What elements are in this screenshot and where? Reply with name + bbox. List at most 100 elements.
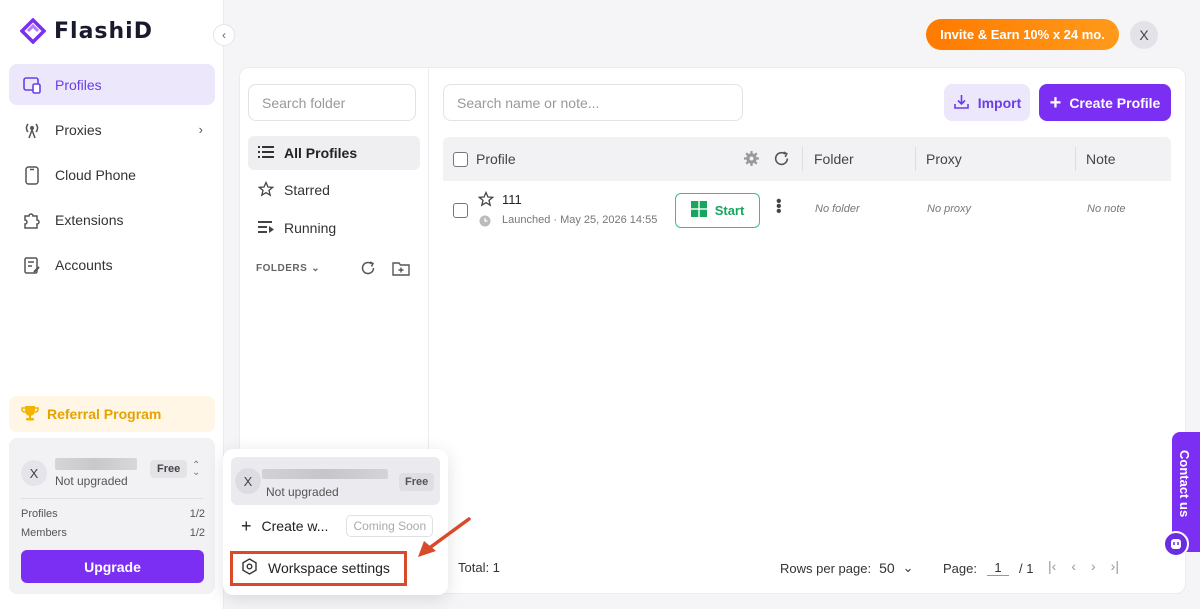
list-icon — [258, 145, 274, 162]
sidebar-item-label: Cloud Phone — [55, 166, 136, 183]
folder-starred[interactable]: Starred — [248, 173, 420, 207]
folder-label: Starred — [284, 182, 330, 198]
sidebar-item-extensions[interactable]: Extensions — [9, 199, 215, 240]
proxy-icon — [21, 119, 43, 141]
profile-search-input[interactable]: Search name or note... — [443, 84, 743, 121]
chevron-down-icon[interactable]: ⌄ — [903, 560, 914, 576]
rows-per-page-select[interactable]: 50 — [879, 560, 895, 576]
column-divider — [802, 147, 803, 171]
plan-badge: Free — [399, 473, 435, 491]
chat-icon[interactable] — [1163, 531, 1189, 557]
contact-us-label: Contact us — [1177, 450, 1192, 518]
profile-launched: Launched · May 25, 2026 14:55 — [502, 214, 658, 226]
account-card: X Not upgraded Free ⌃ ⌄ Profiles 1/2 Memb… — [9, 438, 215, 594]
page-input[interactable]: 1 — [986, 560, 1009, 576]
column-divider — [915, 147, 916, 171]
import-button[interactable]: Import — [944, 84, 1030, 121]
folder-label: All Profiles — [284, 145, 358, 161]
profiles-usage-value: 1/2 — [189, 508, 205, 520]
row-checkbox[interactable] — [453, 203, 468, 218]
chevron-left-icon: ‹ — [222, 28, 226, 42]
rows-per-page: Rows per page: 50 ⌄ — [780, 560, 914, 576]
workspace-settings-label: Workspace settings — [268, 560, 390, 576]
phone-icon — [21, 164, 43, 186]
folders-actions — [360, 260, 410, 279]
page-total: / 1 — [1018, 560, 1034, 576]
refresh-icon[interactable] — [773, 150, 790, 170]
create-profile-label: Create Profile — [1069, 94, 1161, 111]
chevron-right-icon: › — [198, 122, 203, 137]
folder-search-input[interactable]: Search folder — [248, 84, 416, 121]
download-icon — [953, 93, 970, 113]
annotation-arrow-icon — [418, 517, 471, 557]
gear-icon[interactable] — [743, 150, 760, 170]
sidebar-item-proxies[interactable]: Proxies › — [9, 109, 215, 150]
table-row[interactable]: 111 Launched · May 25, 2026 14:55 Start … — [443, 181, 1171, 239]
workspace-settings-item[interactable]: Workspace settings — [231, 551, 390, 585]
clock-icon — [479, 214, 491, 230]
column-header-folder: Folder — [814, 151, 854, 167]
blurred-workspace-name — [262, 469, 388, 479]
members-usage: Members 1/2 — [21, 527, 205, 539]
app-logo[interactable]: FlashiD — [20, 18, 153, 44]
plus-icon: + — [1049, 91, 1062, 114]
account-switcher[interactable]: X Not upgraded — [21, 458, 137, 488]
sidebar-item-profiles[interactable]: Profiles — [9, 64, 215, 105]
profile-name[interactable]: 111 — [502, 192, 522, 207]
table-header: Profile Folder Proxy Note — [443, 137, 1171, 181]
app-name: FlashiD — [54, 18, 153, 44]
more-options-icon[interactable]: • • • — [776, 194, 782, 220]
pagination-nav: |‹ ‹ › ›| — [1048, 558, 1119, 574]
user-avatar[interactable]: X — [1130, 21, 1158, 49]
create-profile-button[interactable]: + Create Profile — [1039, 84, 1171, 121]
invite-earn-button[interactable]: Invite & Earn 10% x 24 mo. — [926, 19, 1119, 50]
refresh-icon[interactable] — [360, 260, 376, 279]
referral-program-link[interactable]: Referral Program — [9, 396, 215, 432]
profiles-icon — [21, 74, 43, 96]
total-count: Total: 1 — [458, 560, 500, 575]
start-button[interactable]: Start — [675, 193, 760, 228]
next-page-icon[interactable]: › — [1091, 558, 1096, 574]
folders-header-label: FOLDERS — [256, 263, 308, 274]
first-page-icon[interactable]: |‹ — [1048, 558, 1056, 574]
flashid-logo-icon — [20, 18, 46, 44]
chevron-updown-icon[interactable]: ⌃ ⌄ — [192, 461, 200, 478]
running-icon — [258, 220, 274, 237]
last-page-icon[interactable]: ›| — [1111, 558, 1119, 574]
collapse-sidebar-button[interactable]: ‹ — [213, 24, 235, 46]
sidebar-item-cloud-phone[interactable]: Cloud Phone — [9, 154, 215, 195]
blurred-account-name — [55, 458, 137, 470]
sidebar-item-accounts[interactable]: Accounts — [9, 244, 215, 285]
sidebar-item-label: Proxies — [55, 121, 102, 138]
folder-label: Running — [284, 220, 337, 236]
trophy-icon — [21, 404, 39, 425]
page-label: Page: — [943, 560, 977, 576]
profiles-usage-label: Profiles — [21, 508, 58, 520]
column-header-proxy: Proxy — [926, 151, 962, 167]
workspace-account[interactable]: X Not upgraded Free — [231, 457, 440, 505]
profiles-usage: Profiles 1/2 — [21, 508, 205, 520]
star-icon[interactable] — [477, 190, 495, 210]
add-folder-icon[interactable] — [392, 260, 410, 279]
column-header-profile: Profile — [476, 151, 516, 167]
hexagon-settings-icon — [241, 558, 258, 578]
folder-all-profiles[interactable]: All Profiles — [248, 136, 420, 170]
sidebar-nav: Profiles Proxies › Cloud Phone Extension… — [9, 64, 215, 289]
chevron-down-icon: ⌄ — [311, 263, 321, 274]
folders-header-toggle[interactable]: FOLDERS ⌄ — [256, 263, 320, 274]
prev-page-icon[interactable]: ‹ — [1071, 558, 1076, 574]
windows-icon — [690, 201, 707, 220]
plus-icon: + — [241, 515, 252, 536]
avatar: X — [21, 460, 47, 486]
referral-label: Referral Program — [47, 406, 162, 422]
account-status: Not upgraded — [55, 474, 128, 488]
upgrade-button[interactable]: Upgrade — [21, 550, 204, 583]
column-divider — [1075, 147, 1076, 171]
profile-note: No note — [1087, 203, 1126, 215]
sidebar-item-label: Extensions — [55, 211, 124, 228]
sidebar: FlashiD Profiles Proxies › Cloud Phone E… — [0, 0, 224, 609]
folder-running[interactable]: Running — [248, 211, 420, 245]
profile-proxy: No proxy — [927, 203, 972, 215]
create-workspace-item[interactable]: + Create w... Coming Soon — [231, 509, 434, 543]
select-all-checkbox[interactable] — [453, 152, 468, 167]
